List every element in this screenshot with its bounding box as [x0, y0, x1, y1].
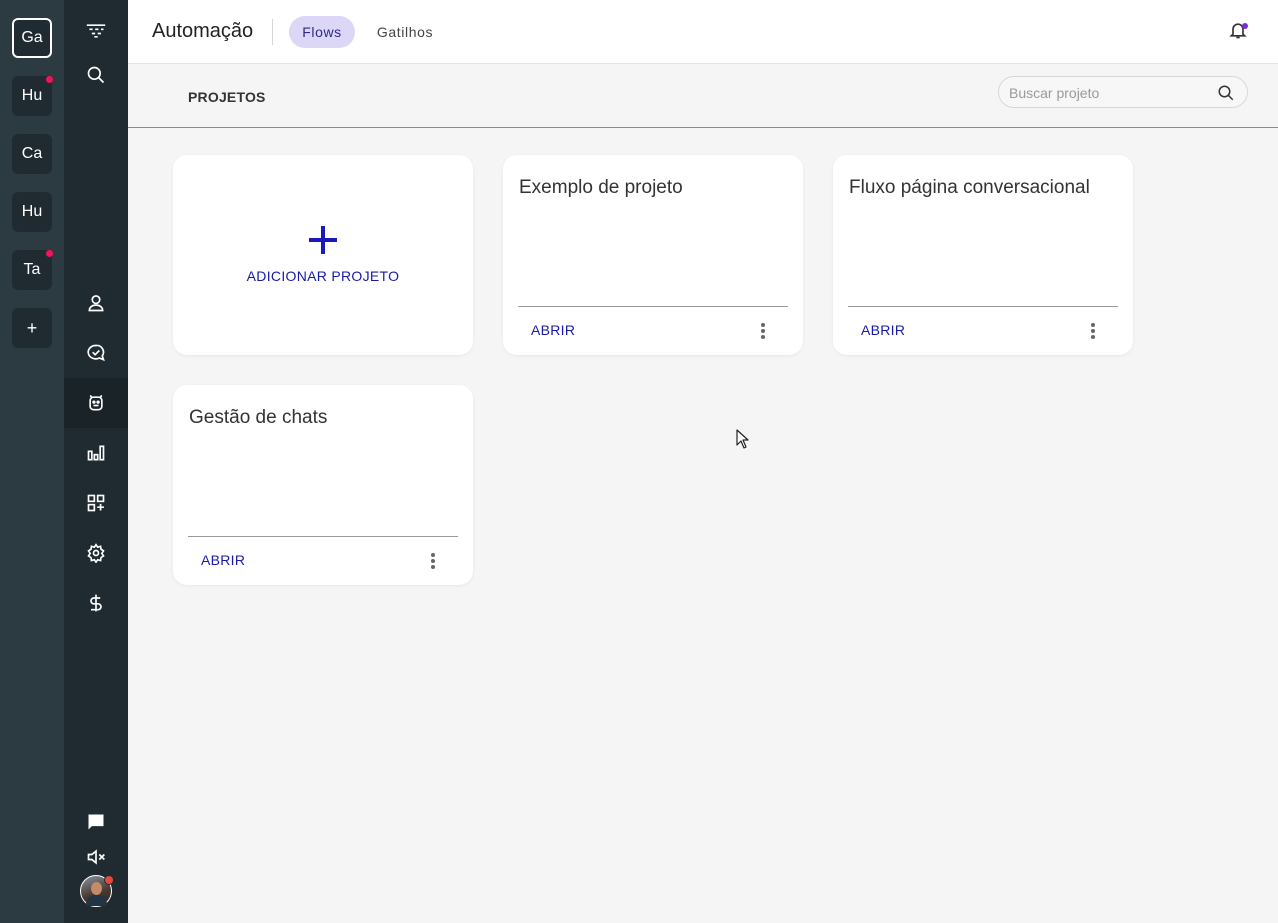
- workspace-label: Ga: [21, 29, 43, 46]
- open-project-button[interactable]: ABRIR: [531, 322, 575, 338]
- title-divider: [272, 19, 273, 45]
- add-workspace-button[interactable]: +: [12, 308, 52, 348]
- search-icon[interactable]: [64, 50, 128, 100]
- project-name: Fluxo página conversacional: [849, 177, 1090, 198]
- add-workspace-label: +: [26, 317, 38, 338]
- search-icon[interactable]: [1217, 84, 1235, 102]
- user-avatar[interactable]: [80, 875, 114, 907]
- chat-icon[interactable]: [64, 328, 128, 378]
- workspace-ga[interactable]: Ga: [12, 18, 52, 58]
- tab-gatilhos[interactable]: Gatilhos: [365, 16, 445, 48]
- logo-icon-graphic: [86, 24, 106, 38]
- more-options-icon[interactable]: [753, 322, 773, 340]
- section-header: PROJETOS: [128, 64, 1278, 128]
- project-card: Gestão de chats ABRIR: [173, 385, 473, 585]
- top-header: Automação Flows Gatilhos: [128, 0, 1278, 64]
- workspace-rail: Ga Hu Ca Hu Ta +: [0, 0, 64, 923]
- apps-icon[interactable]: [64, 478, 128, 528]
- workspace-ta[interactable]: Ta: [12, 250, 53, 290]
- open-project-button[interactable]: ABRIR: [861, 322, 905, 338]
- search-box: [998, 76, 1248, 108]
- reports-icon[interactable]: [64, 428, 128, 478]
- message-icon-graphic: [88, 814, 104, 830]
- settings-icon-graphic: [87, 543, 105, 563]
- card-divider: [518, 306, 788, 307]
- project-name: Exemplo de projeto: [519, 177, 683, 198]
- contacts-icon[interactable]: [64, 278, 128, 328]
- contacts-icon-graphic: [88, 295, 104, 312]
- more-options-icon[interactable]: [423, 552, 443, 570]
- add-project-label: ADICIONAR PROJETO: [246, 268, 400, 284]
- workspace-label: Ca: [21, 145, 43, 162]
- workspace-hu-2[interactable]: Hu: [12, 192, 52, 232]
- add-project-card[interactable]: ADICIONAR PROJETO: [173, 155, 473, 355]
- search-icon-graphic: [87, 66, 105, 84]
- workspace-label: Hu: [21, 87, 43, 104]
- logo-icon[interactable]: [64, 6, 128, 56]
- page-title: Automação: [152, 20, 254, 42]
- workspace-label: Ta: [23, 261, 41, 278]
- avatar-face: [91, 882, 102, 895]
- reports-icon-graphic: [87, 445, 105, 461]
- workspace-ca[interactable]: Ca: [12, 134, 52, 174]
- open-project-button[interactable]: ABRIR: [201, 552, 245, 568]
- bot-icon-graphic: [89, 394, 103, 411]
- notification-dot: [46, 250, 53, 257]
- avatar-status-dot: [104, 875, 114, 885]
- project-card: Fluxo página conversacional ABRIR: [833, 155, 1133, 355]
- notification-dot: [46, 76, 53, 83]
- tab-flows[interactable]: Flows: [289, 16, 355, 48]
- more-options-icon[interactable]: [1083, 322, 1103, 340]
- workspace-label: Hu: [21, 203, 43, 220]
- project-card: Exemplo de projeto ABRIR: [503, 155, 803, 355]
- notification-dot: [1242, 23, 1248, 29]
- card-divider: [188, 536, 458, 537]
- notifications-button[interactable]: [1228, 20, 1250, 42]
- settings-icon[interactable]: [64, 528, 128, 578]
- nav-rail: [64, 0, 128, 923]
- workspace-hu[interactable]: Hu: [12, 76, 53, 116]
- mouse-cursor-icon: [736, 429, 749, 449]
- billing-icon-graphic: [90, 594, 102, 612]
- section-title: PROJETOS: [188, 89, 266, 105]
- card-divider: [848, 306, 1118, 307]
- project-name: Gestão de chats: [189, 407, 328, 428]
- chat-icon-graphic: [87, 344, 105, 362]
- bot-icon[interactable]: [64, 378, 128, 428]
- mute-icon-graphic: [87, 849, 105, 865]
- search-input[interactable]: [1009, 83, 1199, 103]
- apps-icon-graphic: [87, 494, 105, 512]
- avatar-body: [86, 895, 107, 906]
- billing-icon[interactable]: [64, 578, 128, 628]
- plus-icon: [307, 224, 339, 256]
